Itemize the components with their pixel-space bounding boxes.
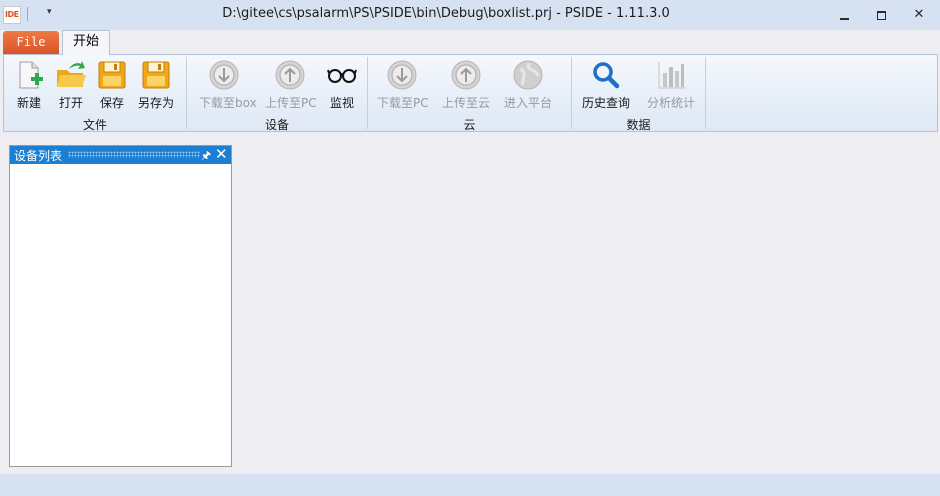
close-window-button[interactable]: ✕ xyxy=(912,8,926,22)
save-icon xyxy=(98,61,126,89)
download-to-pc-button[interactable]: 下载至PC xyxy=(377,57,429,113)
upload-icon xyxy=(275,60,305,90)
save-as-icon xyxy=(142,61,170,89)
window-title: D:\gitee\cs\psalarm\PS\PSIDE\bin\Debug\b… xyxy=(222,6,670,21)
tab-file[interactable]: File xyxy=(3,31,59,54)
history-query-button[interactable]: 历史查询 xyxy=(582,57,630,113)
group-label-device: 设备 xyxy=(264,118,289,132)
upload-to-pc-label: 上传至PC xyxy=(265,96,317,110)
pin-icon[interactable]: 🖈 xyxy=(201,147,211,166)
upload-to-cloud-button[interactable]: 上传至云 xyxy=(442,57,490,113)
download-to-pc-label: 下载至PC xyxy=(377,96,429,110)
status-bar xyxy=(0,474,940,496)
download-to-box-button[interactable]: 下载至box xyxy=(199,57,257,113)
panel-close-icon[interactable]: ✕ xyxy=(215,145,228,163)
panel-title: 设备列表 xyxy=(14,149,63,163)
bar-chart-icon xyxy=(658,62,685,89)
save-as-button-label: 另存为 xyxy=(137,96,174,110)
enter-platform-label: 进入平台 xyxy=(503,96,552,110)
device-list-panel: 设备列表 🖈 ✕ xyxy=(9,145,232,467)
ribbon-group-device: 下载至box 上传至PC 监视 设备 xyxy=(187,55,367,132)
new-button[interactable]: 新建 xyxy=(12,57,46,113)
ribbon-group-cloud: 下载至PC 上传至云 进入平台 云 xyxy=(368,55,571,132)
group-label-file: 文件 xyxy=(82,118,107,132)
save-as-button[interactable]: 另存为 xyxy=(138,57,174,113)
minimize-button[interactable] xyxy=(838,8,852,22)
monitor-button-label: 监视 xyxy=(329,96,354,110)
search-icon xyxy=(593,62,620,89)
maximize-button[interactable] xyxy=(875,8,889,22)
analysis-stats-button[interactable]: 分析统计 xyxy=(647,57,695,113)
save-button[interactable]: 保存 xyxy=(95,57,129,113)
tab-home[interactable]: 开始 xyxy=(62,30,110,55)
history-query-label: 历史查询 xyxy=(581,96,630,110)
download-icon xyxy=(387,60,417,90)
upload-to-cloud-label: 上传至云 xyxy=(441,96,490,110)
panel-drag-grip[interactable] xyxy=(68,151,200,158)
open-button[interactable]: 打开 xyxy=(54,57,88,113)
download-to-box-label: 下载至box xyxy=(199,96,257,110)
upload-icon xyxy=(451,60,481,90)
group-label-data: 数据 xyxy=(626,118,651,132)
monitor-button[interactable]: 监视 xyxy=(325,57,359,113)
open-folder-icon xyxy=(57,61,86,87)
upload-to-pc-button[interactable]: 上传至PC xyxy=(265,57,317,113)
download-icon xyxy=(209,60,239,90)
ribbon-group-data: 历史查询 分析统计 数据 xyxy=(572,55,705,132)
ribbon-group-file: 新建 打开 保存 另存为 文件 xyxy=(4,55,186,132)
analysis-stats-label: 分析统计 xyxy=(646,96,695,110)
glasses-icon xyxy=(327,69,357,83)
ribbon: 新建 打开 保存 另存为 文件 下载至box 上传至PC 监视 设备 下载至PC… xyxy=(3,54,938,132)
enter-platform-button[interactable]: 进入平台 xyxy=(504,57,552,113)
globe-icon xyxy=(513,60,543,90)
new-file-icon xyxy=(19,61,43,89)
group-label-cloud: 云 xyxy=(463,118,476,132)
panel-header[interactable]: 设备列表 🖈 ✕ xyxy=(10,145,231,166)
group-separator xyxy=(705,57,706,129)
title-bar: IDE ▾ D:\gitee\cs\psalarm\PS\PSIDE\bin\D… xyxy=(0,0,940,30)
